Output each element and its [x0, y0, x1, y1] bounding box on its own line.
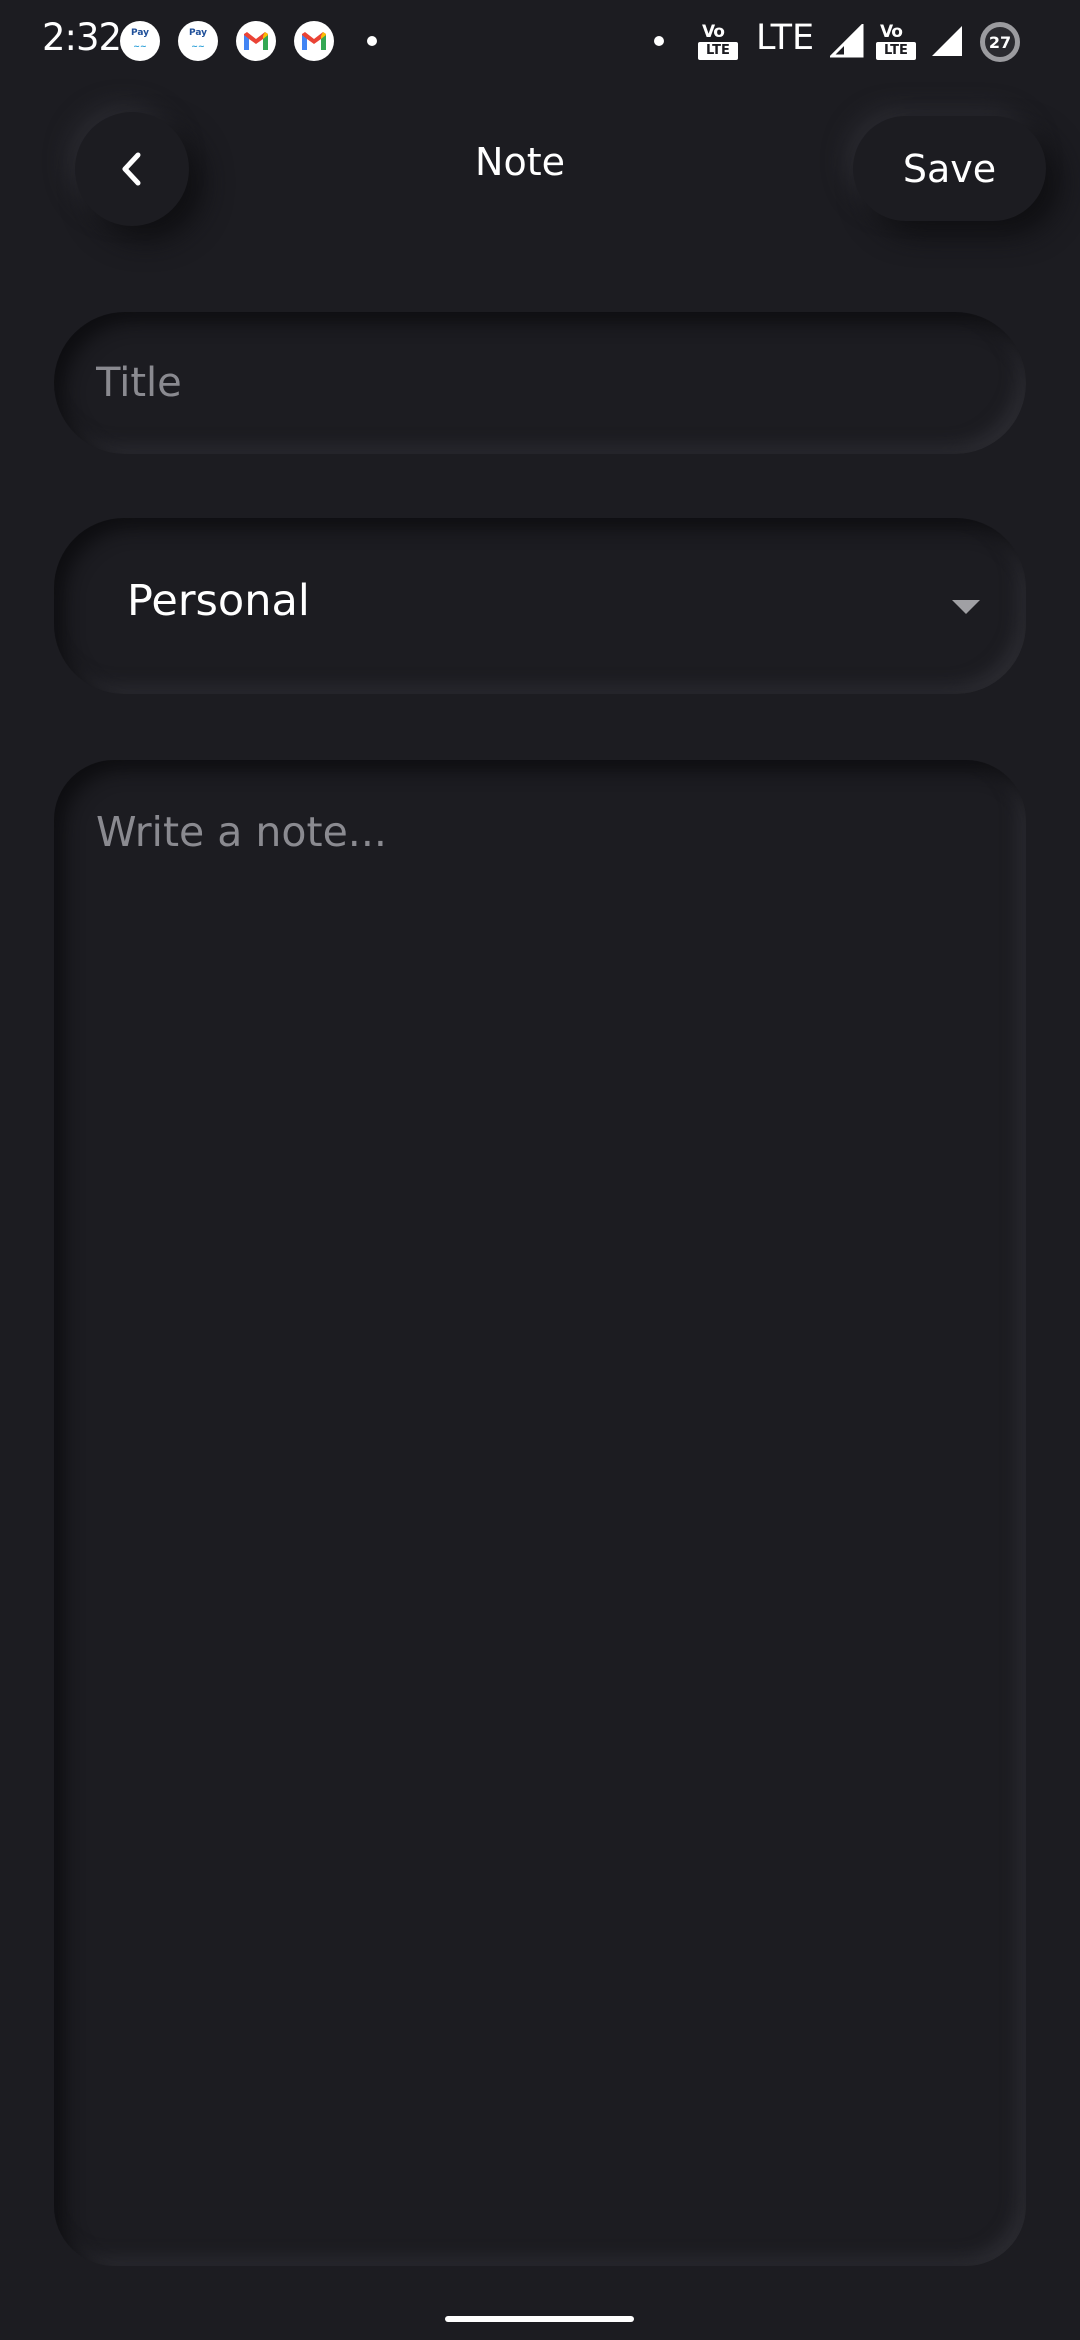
- save-button[interactable]: Save: [853, 116, 1046, 221]
- category-selected-value: Personal: [127, 576, 310, 626]
- battery-icon: 27: [980, 22, 1020, 62]
- volte-icon: Vo LTE: [874, 22, 918, 60]
- note-editor-screen: 2:32 Pay ~~ Pay ~~ Vo LTE LTE Vo LTE 27 …: [0, 0, 1080, 2340]
- dropdown-arrow-icon: [952, 600, 980, 614]
- title-input[interactable]: [54, 312, 1026, 454]
- status-time: 2:32: [42, 16, 122, 59]
- status-bar: 2:32 Pay ~~ Pay ~~ Vo LTE LTE Vo LTE 27: [0, 0, 1080, 82]
- note-textarea[interactable]: [54, 760, 1026, 2266]
- signal-icon: [830, 24, 864, 58]
- paytm-icon: Pay ~~: [178, 21, 218, 61]
- title-field-container: [54, 312, 1026, 454]
- volte-icon: Vo LTE: [696, 22, 740, 60]
- status-dot: [654, 36, 664, 46]
- category-dropdown[interactable]: Personal: [54, 518, 1026, 694]
- network-type-label: LTE: [756, 18, 815, 58]
- note-field-container: [54, 760, 1026, 2266]
- signal-icon: [932, 26, 962, 56]
- gmail-icon: [236, 21, 276, 61]
- gmail-icon: [294, 21, 334, 61]
- more-notifications-dot: [367, 36, 377, 46]
- paytm-icon: Pay ~~: [120, 21, 160, 61]
- home-indicator[interactable]: [445, 2316, 634, 2322]
